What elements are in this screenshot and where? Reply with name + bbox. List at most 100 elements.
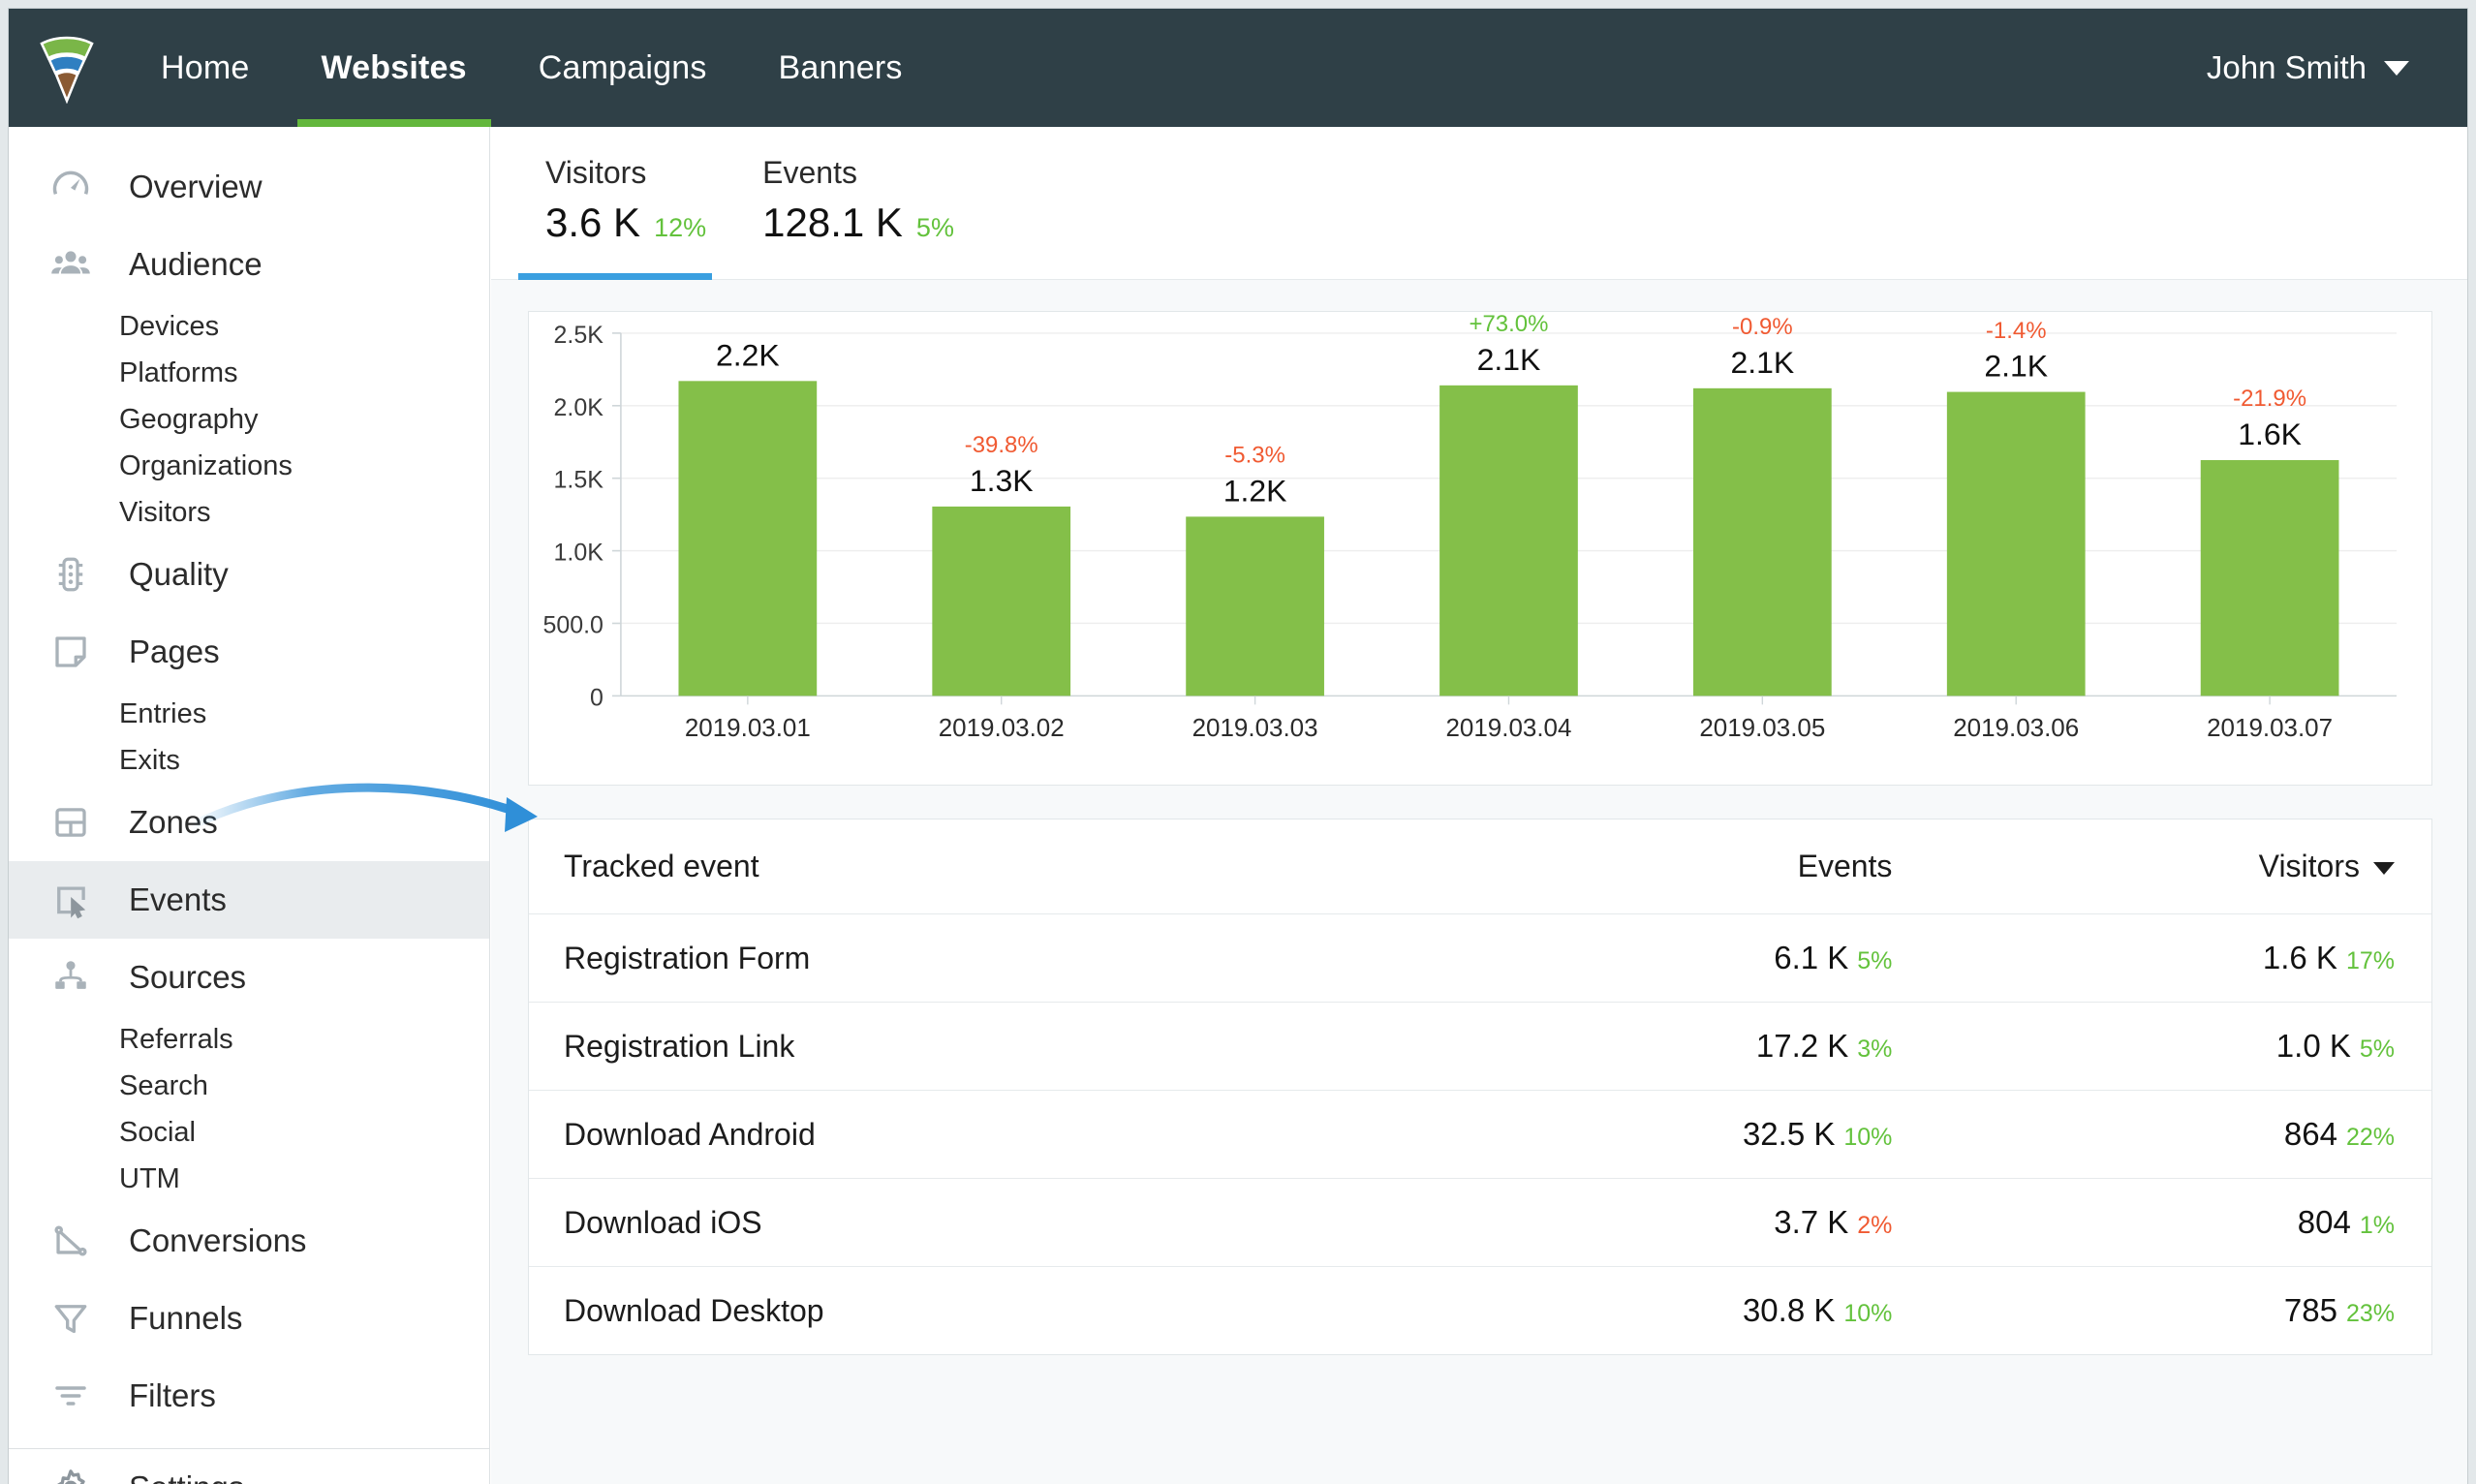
sidebar-item-filters[interactable]: Filters (9, 1357, 489, 1435)
chart-x-axis-labels: 2019.03.01 2019.03.02 2019.03.03 2019.03.04… (685, 696, 2333, 742)
conversions-chart-icon (46, 1216, 96, 1266)
cell-events: 17.2 K 3% (1387, 1003, 1930, 1091)
chart-bars (678, 381, 2339, 696)
cell-visitors-delta: 22% (2345, 1124, 2395, 1151)
primary-nav: Home Websites Campaigns Banners (125, 9, 939, 127)
chart-bar[interactable] (1439, 385, 1578, 696)
cell-events-delta: 3% (1857, 1036, 1893, 1063)
table-row[interactable]: Download Desktop 30.8 K 10% 785 23% (529, 1266, 2431, 1355)
y-axis-tick-label: 1.5K (554, 467, 604, 494)
cell-visitors: 804 1% (1929, 1179, 2431, 1267)
sidebar-item-conversions[interactable]: Conversions (9, 1202, 489, 1280)
table-header: Tracked event Events Visitors (529, 819, 2431, 914)
chart-bar[interactable] (932, 506, 1071, 696)
cell-tracked-event: Download Android (564, 1116, 816, 1152)
tab-events[interactable]: Events 128.1 K 5% (735, 127, 983, 280)
sidebar-subitem-search[interactable]: Search (9, 1063, 489, 1109)
bar-value-label: 2.2K (716, 337, 780, 372)
tab-events-values: 128.1 K 5% (762, 200, 954, 246)
cell-events: 30.8 K 10% (1387, 1267, 1930, 1355)
tab-events-label: Events (762, 155, 857, 190)
sidebar-subitem-label: Organizations (119, 449, 293, 481)
sidebar-item-events[interactable]: Events (9, 861, 489, 939)
sidebar: Overview Audience Devices Platforms Geog… (9, 127, 490, 1484)
cell-events-delta: 10% (1843, 1300, 1893, 1327)
zones-grid-icon (46, 797, 96, 848)
sidebar-subitem-devices[interactable]: Devices (9, 303, 489, 350)
sidebar-subitem-platforms[interactable]: Platforms (9, 350, 489, 396)
cell-visitors-value: 1.0 K (2275, 1028, 2351, 1064)
cell-events: 3.7 K 2% (1387, 1179, 1930, 1267)
y-axis-tick-label: 2.0K (554, 394, 604, 421)
sidebar-subitem-exits[interactable]: Exits (9, 737, 489, 784)
sidebar-subitem-label: Geography (119, 403, 259, 435)
funnel-icon (46, 1293, 96, 1344)
x-axis-tick-label: 2019.03.06 (1953, 715, 2079, 742)
cell-visitors-delta: 1% (2359, 1212, 2395, 1239)
chart-bar[interactable] (1186, 516, 1324, 696)
sidebar-item-zones[interactable]: Zones (9, 784, 489, 861)
chart-bar[interactable] (1946, 391, 2086, 696)
top-navbar: Home Websites Campaigns Banners John Smi… (9, 9, 2467, 127)
gear-icon (46, 1463, 96, 1484)
sidebar-subitem-geography[interactable]: Geography (9, 396, 489, 443)
chart-bar[interactable] (1692, 387, 1832, 696)
table-row[interactable]: Download iOS 3.7 K 2% 804 1% (529, 1178, 2431, 1267)
sidebar-item-audience[interactable]: Audience (9, 226, 489, 303)
chart-bar[interactable] (2200, 459, 2339, 696)
main-content: Visitors 3.6 K 12% Events 128.1 K 5% 0 50… (491, 127, 2467, 1484)
table-row[interactable]: Registration Link 17.2 K 3% 1.0 K 5% (529, 1002, 2431, 1091)
sidebar-subitem-label: Search (119, 1069, 208, 1101)
sidebar-item-overview[interactable]: Overview (9, 148, 489, 226)
table-row[interactable]: Download Android 32.5 K 10% 864 22% (529, 1090, 2431, 1179)
sidebar-item-funnels[interactable]: Funnels (9, 1280, 489, 1357)
bar-value-label: 1.6K (2238, 417, 2302, 451)
bar-value-label: 2.1K (1984, 349, 2048, 384)
funnel-logo-icon (40, 36, 94, 104)
nav-link-banners[interactable]: Banners (743, 9, 939, 127)
sidebar-subitem-visitors[interactable]: Visitors (9, 489, 489, 536)
visitors-bar-chart-card: 0 500.0 1.0K 1.5K 2.0K 2.5K 2.2K 1.3K -39.8% 1.2… (528, 311, 2432, 786)
sidebar-subitem-entries[interactable]: Entries (9, 691, 489, 737)
sidebar-subitem-referrals[interactable]: Referrals (9, 1016, 489, 1063)
sidebar-subitem-organizations[interactable]: Organizations (9, 443, 489, 489)
column-header-visitors[interactable]: Visitors (1929, 819, 2431, 914)
sidebar-subitem-label: Platforms (119, 356, 238, 388)
sidebar-item-settings[interactable]: Settings (9, 1449, 489, 1484)
nav-link-home[interactable]: Home (125, 9, 286, 127)
table-row[interactable]: Registration Form 6.1 K 5% 1.6 K 17% (529, 913, 2431, 1003)
app-logo[interactable] (9, 9, 125, 127)
bar-value-label: 2.1K (1730, 345, 1794, 380)
bar-delta-label: -1.4% (1986, 318, 2047, 344)
cell-events-value: 32.5 K (1742, 1116, 1836, 1152)
bar-chart-svg[interactable]: 0 500.0 1.0K 1.5K 2.0K 2.5K 2.2K 1.3K -39.8% 1.2… (529, 312, 2431, 785)
x-axis-tick-label: 2019.03.02 (939, 715, 1065, 742)
sidebar-item-label: Audience (129, 246, 263, 282)
bar-delta-label: -0.9% (1732, 314, 1793, 340)
sidebar-item-label: Filters (129, 1377, 216, 1413)
cell-events-value: 3.7 K (1774, 1204, 1849, 1240)
column-header-tracked-event[interactable]: Tracked event (529, 819, 1387, 914)
sidebar-item-label: Funnels (129, 1300, 243, 1336)
cell-tracked-event: Registration Link (564, 1028, 795, 1064)
tab-visitors[interactable]: Visitors 3.6 K 12% (518, 127, 735, 280)
tracked-events-table-card: Tracked event Events Visitors Registrati… (528, 819, 2432, 1355)
nav-link-campaigns[interactable]: Campaigns (503, 9, 743, 127)
sidebar-item-quality[interactable]: Quality (9, 536, 489, 613)
nav-link-websites[interactable]: Websites (286, 9, 503, 127)
filters-icon (46, 1371, 96, 1421)
column-header-events[interactable]: Events (1387, 819, 1930, 914)
chart-bar[interactable] (678, 381, 818, 696)
cell-events-delta: 2% (1857, 1212, 1893, 1239)
sidebar-item-label: Settings (129, 1469, 244, 1484)
sidebar-item-sources[interactable]: Sources (9, 939, 489, 1016)
user-menu[interactable]: John Smith (2207, 49, 2467, 86)
cell-events-value: 30.8 K (1742, 1292, 1836, 1328)
sidebar-subitem-social[interactable]: Social (9, 1109, 489, 1156)
sidebar-item-pages[interactable]: Pages (9, 613, 489, 691)
chart-area: 0 500.0 1.0K 1.5K 2.0K 2.5K 2.2K 1.3K -39.8% 1.2… (529, 312, 2431, 785)
cell-tracked-event: Registration Form (564, 940, 811, 975)
sidebar-subitem-utm[interactable]: UTM (9, 1156, 489, 1202)
cell-events: 6.1 K 5% (1387, 914, 1930, 1003)
cursor-click-icon (46, 875, 96, 925)
